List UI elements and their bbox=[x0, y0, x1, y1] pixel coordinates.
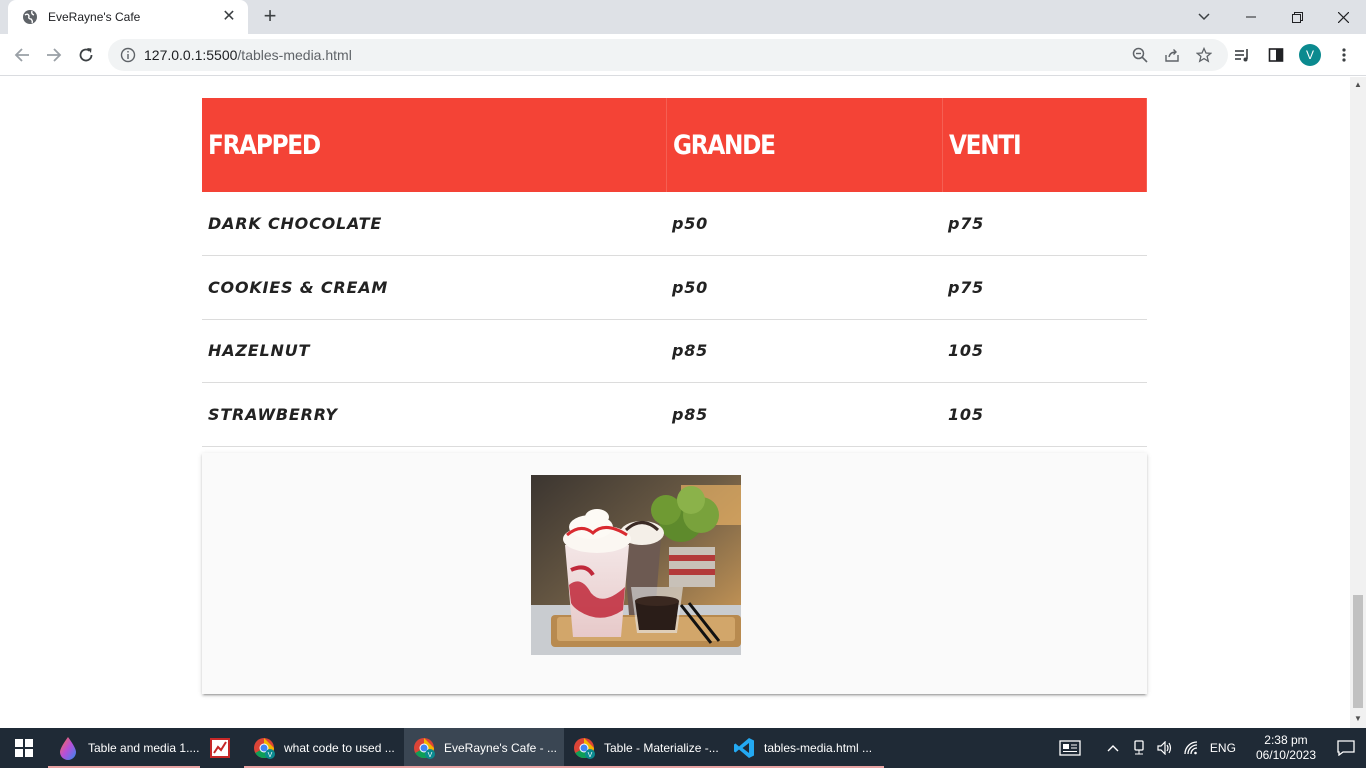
close-window-icon[interactable] bbox=[1320, 2, 1366, 32]
zoom-icon[interactable] bbox=[1126, 41, 1154, 69]
input-language[interactable]: ENG bbox=[1210, 741, 1236, 755]
header-label: VENTI bbox=[948, 129, 1022, 161]
chrome-icon: V bbox=[412, 736, 436, 760]
page-scrollbar[interactable]: ▲ ▼ bbox=[1350, 77, 1366, 728]
share-icon[interactable] bbox=[1158, 41, 1186, 69]
venti-price-cell: 105 bbox=[942, 382, 1147, 447]
profile-avatar[interactable]: V bbox=[1296, 41, 1324, 69]
new-tab-plus-icon[interactable]: + bbox=[258, 5, 282, 29]
taskbar-label: EveRayne's Cafe - ... bbox=[444, 741, 558, 755]
flavor-cell: COOKIES & CREAM bbox=[202, 255, 666, 320]
kebab-menu-icon[interactable] bbox=[1330, 41, 1358, 69]
tab-title: EveRayne's Cafe bbox=[48, 10, 141, 24]
venti-price-cell: 105 bbox=[942, 319, 1147, 383]
header-venti: VENTI bbox=[942, 98, 1147, 192]
scroll-thumb[interactable] bbox=[1353, 595, 1363, 708]
media-control-icon[interactable] bbox=[1228, 41, 1256, 69]
grande-price-cell: p50 bbox=[666, 192, 942, 256]
reload-icon[interactable] bbox=[72, 41, 100, 69]
table-header-row: FRAPPED GRANDE VENTI bbox=[202, 98, 1147, 192]
browser-toolbar: 127.0.0.1:5500/tables-media.html V bbox=[0, 34, 1366, 76]
chevron-up-icon[interactable] bbox=[1102, 728, 1124, 768]
header-label: FRAPPED bbox=[208, 129, 321, 161]
browser-tab-active[interactable]: EveRayne's Cafe ✕ bbox=[8, 0, 248, 34]
taskbar-item-chart-app[interactable] bbox=[200, 728, 240, 768]
address-bar[interactable]: 127.0.0.1:5500/tables-media.html bbox=[108, 39, 1228, 71]
site-info-icon[interactable] bbox=[118, 45, 138, 65]
header-label: GRANDE bbox=[672, 129, 776, 161]
wifi-icon[interactable] bbox=[1180, 728, 1202, 768]
taskbar-label: Table - Materialize -... bbox=[604, 741, 719, 755]
globe-icon bbox=[22, 9, 38, 25]
taskbar-item-paint[interactable]: Table and media 1.... bbox=[48, 728, 200, 768]
chrome-icon: V bbox=[572, 736, 596, 760]
news-widget-icon[interactable] bbox=[1054, 728, 1086, 768]
volume-icon[interactable] bbox=[1154, 728, 1176, 768]
bookmark-star-icon[interactable] bbox=[1190, 41, 1218, 69]
svg-text:V: V bbox=[268, 752, 273, 759]
grande-price-cell: p85 bbox=[666, 319, 942, 383]
table-row: STRAWBERRY p85 105 bbox=[202, 382, 1147, 447]
taskbar-item-chrome-1[interactable]: V what code to used ... bbox=[244, 728, 404, 768]
taskbar-label: what code to used ... bbox=[284, 741, 395, 755]
profile-initial: V bbox=[1299, 44, 1321, 66]
flavor-cell: STRAWBERRY bbox=[202, 382, 666, 447]
vscode-icon bbox=[732, 736, 756, 760]
minimize-icon[interactable] bbox=[1228, 2, 1274, 32]
system-tray: ENG 2:38 pm 06/10/2023 bbox=[1052, 728, 1366, 768]
tab-search-chevron-icon[interactable] bbox=[1190, 4, 1218, 30]
flavor-cell: HAZELNUT bbox=[202, 319, 666, 383]
grande-price-cell: p50 bbox=[666, 255, 942, 320]
restore-icon[interactable] bbox=[1274, 2, 1320, 32]
taskbar-label: tables-media.html ... bbox=[764, 741, 873, 755]
tab-strip: EveRayne's Cafe ✕ + bbox=[0, 0, 1366, 34]
venti-price-cell: p75 bbox=[942, 255, 1147, 320]
grande-price-cell: p85 bbox=[666, 382, 942, 447]
taskbar-item-vscode[interactable]: tables-media.html ... bbox=[724, 728, 884, 768]
chart-app-icon bbox=[208, 736, 232, 760]
frappe-drinks-photo bbox=[531, 475, 741, 655]
taskbar-item-chrome-2[interactable]: V EveRayne's Cafe - ... bbox=[404, 728, 564, 768]
notification-icon[interactable] bbox=[1326, 728, 1366, 768]
taskbar-label: Table and media 1.... bbox=[88, 741, 200, 755]
header-frapped: FRAPPED bbox=[202, 98, 667, 192]
system-clock[interactable]: 2:38 pm 06/10/2023 bbox=[1256, 733, 1316, 763]
svg-text:V: V bbox=[588, 752, 593, 759]
windows-start-icon[interactable] bbox=[0, 728, 48, 768]
url-host: 127.0.0.1:5500 bbox=[144, 47, 238, 63]
frappe-price-table: FRAPPED GRANDE VENTI DARK CHOCOLATE p50 … bbox=[202, 98, 1147, 447]
windows-taskbar: Table and media 1.... V what code to use… bbox=[0, 728, 1366, 768]
forward-arrow-icon[interactable] bbox=[40, 41, 68, 69]
table-row: COOKIES & CREAM p50 p75 bbox=[202, 255, 1147, 320]
scroll-up-arrow-icon[interactable]: ▲ bbox=[1354, 81, 1362, 89]
clock-date: 06/10/2023 bbox=[1255, 748, 1316, 762]
svg-text:V: V bbox=[428, 752, 433, 759]
flavor-cell: DARK CHOCOLATE bbox=[202, 192, 666, 256]
url-text: 127.0.0.1:5500/tables-media.html bbox=[144, 47, 1122, 63]
back-arrow-icon[interactable] bbox=[8, 41, 36, 69]
side-panel-icon[interactable] bbox=[1262, 41, 1290, 69]
chrome-icon: V bbox=[252, 736, 276, 760]
tab-close-icon[interactable]: ✕ bbox=[220, 8, 238, 26]
taskbar-item-chrome-3[interactable]: V Table - Materialize -... bbox=[564, 728, 724, 768]
url-path: /tables-media.html bbox=[237, 47, 352, 63]
media-card bbox=[202, 453, 1147, 694]
paint-drop-icon bbox=[56, 736, 80, 760]
scroll-down-arrow-icon[interactable]: ▼ bbox=[1354, 715, 1362, 723]
table-row: HAZELNUT p85 105 bbox=[202, 319, 1147, 383]
page-viewport: FRAPPED GRANDE VENTI DARK CHOCOLATE p50 … bbox=[0, 77, 1350, 728]
clock-time: 2:38 pm bbox=[1264, 733, 1308, 747]
table-row: DARK CHOCOLATE p50 p75 bbox=[202, 192, 1147, 256]
meet-now-icon[interactable] bbox=[1128, 728, 1150, 768]
header-grande: GRANDE bbox=[666, 98, 943, 192]
venti-price-cell: p75 bbox=[942, 192, 1147, 256]
